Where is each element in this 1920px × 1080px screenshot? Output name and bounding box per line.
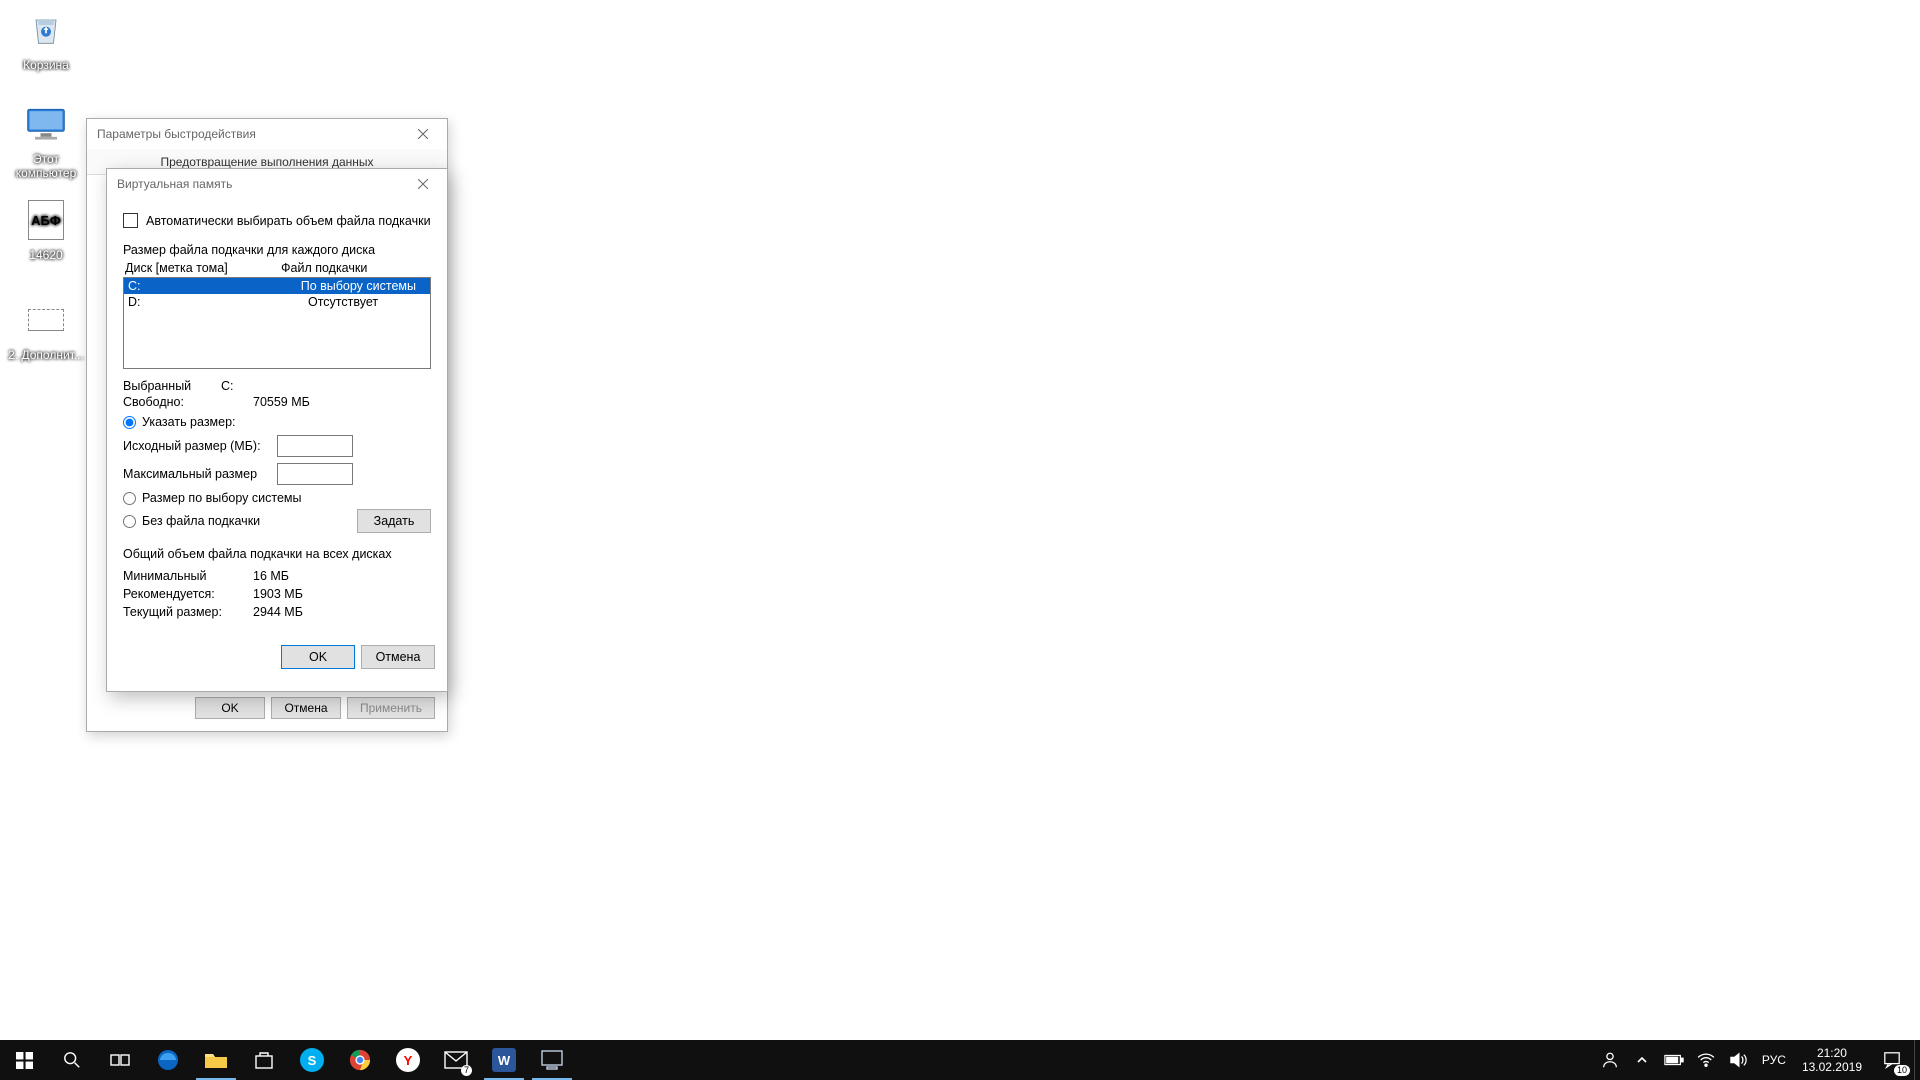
radio-input[interactable] xyxy=(123,416,136,429)
recommended-value: 1903 МБ xyxy=(253,587,303,601)
document-icon xyxy=(22,296,70,344)
folder-icon xyxy=(204,1048,228,1072)
yandex-icon: Y xyxy=(396,1048,420,1072)
col-drive: Диск [метка тома] xyxy=(125,261,281,275)
virtual-memory-window[interactable]: Виртуальная память Автоматически выбират… xyxy=(106,168,448,692)
chrome-icon xyxy=(348,1048,372,1072)
cancel-button[interactable]: Отмена xyxy=(271,697,341,719)
tray-people[interactable] xyxy=(1594,1040,1626,1080)
radio-input[interactable] xyxy=(123,492,136,505)
recommended-label: Рекомендуется: xyxy=(123,587,253,601)
start-button[interactable] xyxy=(0,1040,48,1080)
radio-system-managed[interactable]: Размер по выбору системы xyxy=(123,491,431,505)
min-value: 16 МБ xyxy=(253,569,289,583)
maximum-size-input[interactable] xyxy=(277,463,353,485)
desktop-icon-this-pc[interactable]: Этот компьютер xyxy=(8,100,84,180)
close-button[interactable] xyxy=(403,119,443,149)
current-label: Текущий размер: xyxy=(123,605,253,619)
window-title: Виртуальная память xyxy=(117,177,403,191)
auto-manage-checkbox[interactable]: Автоматически выбирать объем файла подка… xyxy=(123,213,431,228)
desktop-icon-label: Этот компьютер xyxy=(8,152,84,180)
clock-date: 13.02.2019 xyxy=(1802,1060,1862,1074)
initial-size-label: Исходный размер (МБ): xyxy=(123,439,277,453)
edge-icon xyxy=(156,1048,180,1072)
free-space-value: 70559 МБ xyxy=(253,395,310,409)
selected-drive-label: Выбранный xyxy=(123,379,221,393)
drive-listbox[interactable]: C: По выбору системы D: Отсутствует xyxy=(123,277,431,369)
system-tray: РУС 21:20 13.02.2019 10 xyxy=(1594,1040,1920,1080)
radio-no-pagefile[interactable]: Без файла подкачки xyxy=(123,514,357,528)
taskbar[interactable]: S Y 7 W РУС 21:20 13.02.2019 xyxy=(0,1040,1920,1080)
list-item[interactable]: C: По выбору системы xyxy=(124,278,430,294)
radio-label: Размер по выбору системы xyxy=(142,491,302,505)
tray-battery[interactable] xyxy=(1658,1040,1690,1080)
desktop-icon-doc1[interactable]: АБФ 14620 xyxy=(8,196,84,262)
taskbar-app-edge[interactable] xyxy=(144,1040,192,1080)
radio-label: Указать размер: xyxy=(142,415,236,429)
totals-group: Общий объем файла подкачки на всех диска… xyxy=(123,547,431,619)
document-icon: АБФ xyxy=(22,196,70,244)
taskbar-app-skype[interactable]: S xyxy=(288,1040,336,1080)
taskbar-app-settings[interactable] xyxy=(528,1040,576,1080)
notification-badge: 10 xyxy=(1894,1065,1910,1076)
radio-custom-size[interactable]: Указать размер: xyxy=(123,415,431,429)
word-icon: W xyxy=(492,1048,516,1072)
apply-button[interactable]: Применить xyxy=(347,697,435,719)
task-view-button[interactable] xyxy=(96,1040,144,1080)
checkbox-label: Автоматически выбирать объем файла подка… xyxy=(146,214,431,228)
set-button[interactable]: Задать xyxy=(357,509,431,533)
mail-badge: 7 xyxy=(461,1065,472,1076)
pc-icon xyxy=(22,100,70,148)
recycle-bin-icon xyxy=(22,6,70,54)
free-space-label: Свободно: xyxy=(123,395,253,409)
taskbar-app-explorer[interactable] xyxy=(192,1040,240,1080)
selected-drive-value: C: xyxy=(221,379,234,393)
search-button[interactable] xyxy=(48,1040,96,1080)
show-desktop-button[interactable] xyxy=(1914,1040,1920,1080)
desktop-icon-recycle-bin[interactable]: Корзина xyxy=(8,6,84,72)
tray-language[interactable]: РУС xyxy=(1754,1053,1794,1067)
list-item[interactable]: D: Отсутствует xyxy=(124,294,430,310)
radio-label: Без файла подкачки xyxy=(142,514,260,528)
desktop-icon-label: 2. Дополнит... xyxy=(8,348,84,362)
settings-window-icon xyxy=(540,1048,564,1072)
titlebar[interactable]: Виртуальная память xyxy=(107,169,447,199)
section-label: Размер файла подкачки для каждого диска xyxy=(123,243,431,257)
tray-notifications[interactable]: 10 xyxy=(1870,1040,1914,1080)
tray-clock[interactable]: 21:20 13.02.2019 xyxy=(1794,1046,1870,1074)
initial-size-input[interactable] xyxy=(277,435,353,457)
ok-button[interactable]: OK xyxy=(195,697,265,719)
titlebar[interactable]: Параметры быстродействия xyxy=(87,119,447,149)
current-value: 2944 МБ xyxy=(253,605,303,619)
col-pagefile: Файл подкачки xyxy=(281,261,367,275)
tray-overflow[interactable] xyxy=(1626,1040,1658,1080)
taskbar-app-chrome[interactable] xyxy=(336,1040,384,1080)
totals-title: Общий объем файла подкачки на всех диска… xyxy=(123,547,431,561)
min-label: Минимальный xyxy=(123,569,253,583)
desktop-icon-label: Корзина xyxy=(8,58,84,72)
cancel-button[interactable]: Отмена xyxy=(361,645,435,669)
taskbar-app-word[interactable]: W xyxy=(480,1040,528,1080)
checkbox-input[interactable] xyxy=(123,213,138,228)
tray-wifi[interactable] xyxy=(1690,1040,1722,1080)
dialog-button-row: OK Отмена xyxy=(107,635,447,681)
tray-volume[interactable] xyxy=(1722,1040,1754,1080)
close-button[interactable] xyxy=(403,169,443,199)
maximum-size-label: Максимальный размер xyxy=(123,467,277,481)
skype-icon: S xyxy=(300,1048,324,1072)
radio-input[interactable] xyxy=(123,515,136,528)
window-title: Параметры быстродействия xyxy=(97,127,403,141)
taskbar-app-mail[interactable]: 7 xyxy=(432,1040,480,1080)
taskbar-app-yandex[interactable]: Y xyxy=(384,1040,432,1080)
ok-button[interactable]: OK xyxy=(281,645,355,669)
desktop-icon-label: 14620 xyxy=(8,248,84,262)
desktop-icon-doc2[interactable]: 2. Дополнит... xyxy=(8,296,84,362)
dialog-content: Автоматически выбирать объем файла подка… xyxy=(107,199,447,635)
list-header: Диск [метка тома] Файл подкачки xyxy=(123,261,431,275)
clock-time: 21:20 xyxy=(1802,1046,1862,1060)
store-icon xyxy=(252,1048,276,1072)
taskbar-app-store[interactable] xyxy=(240,1040,288,1080)
